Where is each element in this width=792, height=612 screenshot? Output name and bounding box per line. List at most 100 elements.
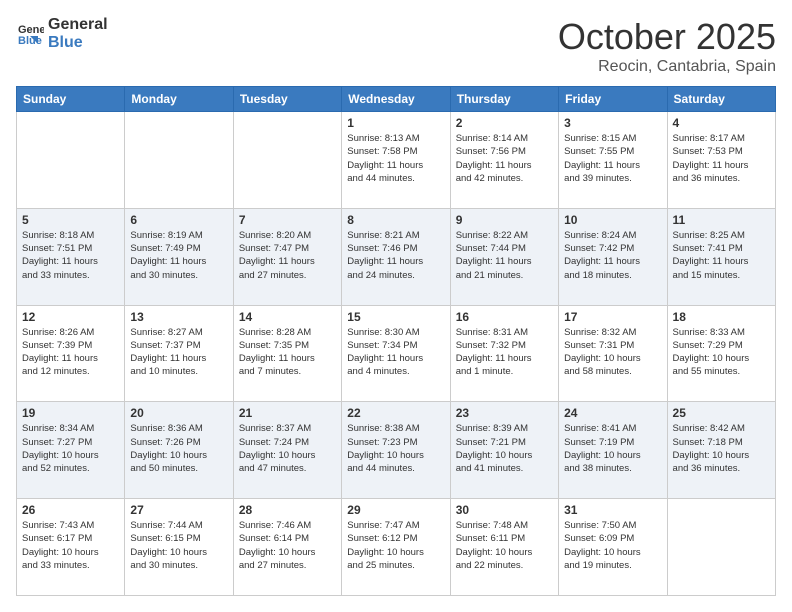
day-number: 15	[347, 310, 444, 324]
calendar-cell: 1 Sunrise: 8:13 AM Sunset: 7:58 PM Daylig…	[342, 112, 450, 209]
calendar-row-3: 12Sunrise: 8:26 AM Sunset: 7:39 PM Dayli…	[17, 305, 776, 402]
calendar-cell	[667, 499, 775, 596]
header-monday: Monday	[125, 87, 233, 112]
day-info: Sunrise: 8:20 AM Sunset: 7:47 PM Dayligh…	[239, 229, 336, 282]
day-info: Sunrise: 8:18 AM Sunset: 7:51 PM Dayligh…	[22, 229, 119, 282]
day-number: 6	[130, 213, 227, 227]
header-wednesday: Wednesday	[342, 87, 450, 112]
day-info: Sunrise: 8:37 AM Sunset: 7:24 PM Dayligh…	[239, 422, 336, 475]
day-info: Sunrise: 8:36 AM Sunset: 7:26 PM Dayligh…	[130, 422, 227, 475]
day-info: Sunrise: 8:32 AM Sunset: 7:31 PM Dayligh…	[564, 326, 661, 379]
day-info: Sunrise: 8:24 AM Sunset: 7:42 PM Dayligh…	[564, 229, 661, 282]
month-title: October 2025	[558, 16, 776, 58]
day-info: Sunrise: 7:50 AM Sunset: 6:09 PM Dayligh…	[564, 519, 661, 572]
day-number: 31	[564, 503, 661, 517]
calendar-cell: 30 Sunrise: 7:48 AM Sunset: 6:11 PM Dayli…	[450, 499, 558, 596]
day-info: Sunrise: 8:26 AM Sunset: 7:39 PM Dayligh…	[22, 326, 119, 379]
calendar-table: Sunday Monday Tuesday Wednesday Thursday…	[16, 86, 776, 596]
day-number: 24	[564, 406, 661, 420]
day-info: Sunrise: 8:42 AM Sunset: 7:18 PM Dayligh…	[673, 422, 770, 475]
calendar-cell: 7 Sunrise: 8:20 AM Sunset: 7:47 PM Daylig…	[233, 208, 341, 305]
day-info: Sunrise: 8:21 AM Sunset: 7:46 PM Dayligh…	[347, 229, 444, 282]
calendar-cell: 16 Sunrise: 8:31 AM Sunset: 7:32 PM Dayli…	[450, 305, 558, 402]
calendar-cell: 28 Sunrise: 7:46 AM Sunset: 6:14 PM Dayli…	[233, 499, 341, 596]
weekday-header-row: Sunday Monday Tuesday Wednesday Thursday…	[17, 87, 776, 112]
header: General Blue General Blue October 2025 R…	[16, 16, 776, 76]
day-info: Sunrise: 8:31 AM Sunset: 7:32 PM Dayligh…	[456, 326, 553, 379]
day-info: Sunrise: 7:44 AM Sunset: 6:15 PM Dayligh…	[130, 519, 227, 572]
day-number: 10	[564, 213, 661, 227]
day-info: Sunrise: 7:48 AM Sunset: 6:11 PM Dayligh…	[456, 519, 553, 572]
day-info: Sunrise: 8:41 AM Sunset: 7:19 PM Dayligh…	[564, 422, 661, 475]
calendar-cell	[125, 112, 233, 209]
day-number: 20	[130, 406, 227, 420]
day-number: 28	[239, 503, 336, 517]
day-info: Sunrise: 8:38 AM Sunset: 7:23 PM Dayligh…	[347, 422, 444, 475]
logo-blue: Blue	[48, 34, 108, 52]
day-number: 7	[239, 213, 336, 227]
day-number: 11	[673, 213, 770, 227]
logo-general: General	[48, 16, 108, 34]
calendar-cell: 10 Sunrise: 8:24 AM Sunset: 7:42 PM Dayli…	[559, 208, 667, 305]
day-number: 13	[130, 310, 227, 324]
calendar-cell	[233, 112, 341, 209]
day-info: Sunrise: 7:47 AM Sunset: 6:12 PM Dayligh…	[347, 519, 444, 572]
calendar-cell: 5 Sunrise: 8:18 AM Sunset: 7:51 PM Daylig…	[17, 208, 125, 305]
day-info: Sunrise: 8:28 AM Sunset: 7:35 PM Dayligh…	[239, 326, 336, 379]
day-info: Sunrise: 8:34 AM Sunset: 7:27 PM Dayligh…	[22, 422, 119, 475]
day-info: Sunrise: 8:14 AM Sunset: 7:56 PM Dayligh…	[456, 132, 553, 185]
calendar-row-1: 1 Sunrise: 8:13 AM Sunset: 7:58 PM Daylig…	[17, 112, 776, 209]
day-number: 26	[22, 503, 119, 517]
calendar-cell: 24 Sunrise: 8:41 AM Sunset: 7:19 PM Dayli…	[559, 402, 667, 499]
calendar-cell: 22 Sunrise: 8:38 AM Sunset: 7:23 PM Dayli…	[342, 402, 450, 499]
calendar-cell: 23Sunrise: 8:39 AM Sunset: 7:21 PM Dayli…	[450, 402, 558, 499]
calendar-cell: 2Sunrise: 8:14 AM Sunset: 7:56 PM Daylig…	[450, 112, 558, 209]
day-number: 8	[347, 213, 444, 227]
logo-wordmark: General Blue	[48, 16, 108, 51]
calendar-cell: 19 Sunrise: 8:34 AM Sunset: 7:27 PM Dayli…	[17, 402, 125, 499]
calendar-cell: 15 Sunrise: 8:30 AM Sunset: 7:34 PM Dayli…	[342, 305, 450, 402]
header-tuesday: Tuesday	[233, 87, 341, 112]
calendar-cell: 4Sunrise: 8:17 AM Sunset: 7:53 PM Daylig…	[667, 112, 775, 209]
day-info: Sunrise: 8:13 AM Sunset: 7:58 PM Dayligh…	[347, 132, 444, 185]
day-info: Sunrise: 8:27 AM Sunset: 7:37 PM Dayligh…	[130, 326, 227, 379]
day-info: Sunrise: 8:19 AM Sunset: 7:49 PM Dayligh…	[130, 229, 227, 282]
day-number: 9	[456, 213, 553, 227]
calendar-cell: 12Sunrise: 8:26 AM Sunset: 7:39 PM Dayli…	[17, 305, 125, 402]
day-number: 22	[347, 406, 444, 420]
title-block: October 2025 Reocin, Cantabria, Spain	[558, 16, 776, 76]
day-info: Sunrise: 8:30 AM Sunset: 7:34 PM Dayligh…	[347, 326, 444, 379]
calendar-cell: 18Sunrise: 8:33 AM Sunset: 7:29 PM Dayli…	[667, 305, 775, 402]
day-number: 16	[456, 310, 553, 324]
calendar-cell: 21Sunrise: 8:37 AM Sunset: 7:24 PM Dayli…	[233, 402, 341, 499]
calendar-cell: 20 Sunrise: 8:36 AM Sunset: 7:26 PM Dayli…	[125, 402, 233, 499]
calendar-cell: 13 Sunrise: 8:27 AM Sunset: 7:37 PM Dayli…	[125, 305, 233, 402]
day-number: 19	[22, 406, 119, 420]
calendar-cell: 6 Sunrise: 8:19 AM Sunset: 7:49 PM Daylig…	[125, 208, 233, 305]
day-number: 27	[130, 503, 227, 517]
day-number: 30	[456, 503, 553, 517]
calendar-row-4: 19 Sunrise: 8:34 AM Sunset: 7:27 PM Dayli…	[17, 402, 776, 499]
day-number: 5	[22, 213, 119, 227]
logo-icon: General Blue	[16, 20, 44, 48]
calendar-cell: 27 Sunrise: 7:44 AM Sunset: 6:15 PM Dayli…	[125, 499, 233, 596]
calendar-cell: 17 Sunrise: 8:32 AM Sunset: 7:31 PM Dayli…	[559, 305, 667, 402]
header-sunday: Sunday	[17, 87, 125, 112]
day-number: 3	[564, 116, 661, 130]
calendar-cell: 8 Sunrise: 8:21 AM Sunset: 7:46 PM Daylig…	[342, 208, 450, 305]
day-number: 29	[347, 503, 444, 517]
day-info: Sunrise: 8:17 AM Sunset: 7:53 PM Dayligh…	[673, 132, 770, 185]
day-info: Sunrise: 8:25 AM Sunset: 7:41 PM Dayligh…	[673, 229, 770, 282]
day-number: 17	[564, 310, 661, 324]
day-number: 25	[673, 406, 770, 420]
svg-text:Blue: Blue	[18, 35, 42, 47]
day-info: Sunrise: 7:46 AM Sunset: 6:14 PM Dayligh…	[239, 519, 336, 572]
day-info: Sunrise: 8:15 AM Sunset: 7:55 PM Dayligh…	[564, 132, 661, 185]
day-number: 1	[347, 116, 444, 130]
calendar-cell: 31 Sunrise: 7:50 AM Sunset: 6:09 PM Dayli…	[559, 499, 667, 596]
calendar-row-5: 26Sunrise: 7:43 AM Sunset: 6:17 PM Dayli…	[17, 499, 776, 596]
logo: General Blue General Blue	[16, 16, 108, 51]
calendar-cell: 3 Sunrise: 8:15 AM Sunset: 7:55 PM Daylig…	[559, 112, 667, 209]
day-number: 18	[673, 310, 770, 324]
header-thursday: Thursday	[450, 87, 558, 112]
